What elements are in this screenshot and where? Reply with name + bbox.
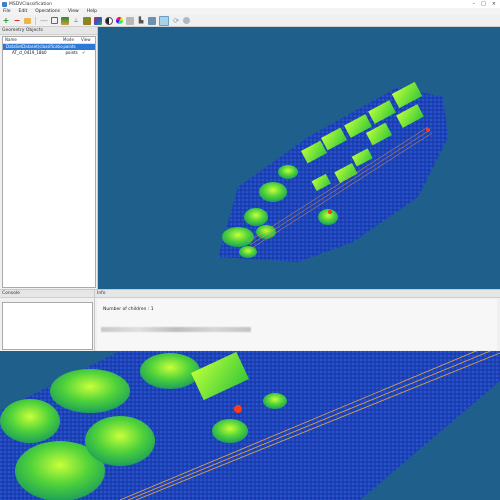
toolbar-separator <box>35 16 36 25</box>
maximize-icon[interactable]: □ <box>481 1 486 7</box>
add-icon[interactable]: + <box>2 16 10 25</box>
minimize-icon[interactable]: – <box>473 1 476 7</box>
visible-check-icon[interactable]: ✔ <box>82 50 95 56</box>
object-tree: Name Mode View DataSetDataset(classifica… <box>2 36 96 288</box>
info-content: Number of children : 1 <box>97 299 497 350</box>
bottom-panels: Console Info Number of children : 1 <box>0 289 500 352</box>
redacted-text <box>101 327 251 332</box>
close-icon[interactable]: × <box>492 1 496 7</box>
select-tool-icon[interactable] <box>51 17 58 24</box>
pylon-point <box>426 128 430 132</box>
info-children-count: Number of children : 1 <box>103 307 154 312</box>
column-view-header[interactable]: View <box>81 37 95 43</box>
menu-file[interactable]: File <box>3 9 11 14</box>
pylon-point <box>328 210 332 214</box>
folder-icon[interactable] <box>24 17 31 24</box>
console-output[interactable] <box>2 302 93 350</box>
palette-icon[interactable] <box>94 16 102 25</box>
toolbar: + − — ⟂ ▙ ⟳ <box>0 15 500 27</box>
view-grid-icon[interactable] <box>159 15 169 26</box>
point-cloud-viewport[interactable] <box>98 27 500 289</box>
chart-icon[interactable]: ▙ <box>137 17 145 25</box>
remove-icon[interactable]: − <box>13 16 21 25</box>
point-cloud-render <box>218 81 448 262</box>
line-tool-icon[interactable]: — <box>40 16 48 25</box>
tree-row-name: AT_cl_0419_18b0 <box>12 50 47 55</box>
refresh-icon[interactable]: ⟳ <box>172 17 180 25</box>
zoomed-point-cloud <box>0 351 500 500</box>
console-panel-title: Console <box>0 290 94 298</box>
zoom-pylon-point <box>234 405 242 413</box>
texture-icon[interactable] <box>83 16 91 25</box>
window-controls: – □ × <box>473 1 496 7</box>
info-panel: Info Number of children : 1 <box>94 290 500 352</box>
bw-icon[interactable] <box>105 16 113 25</box>
menu-bar: File Edit Operations View Help <box>0 8 500 15</box>
tree-row-mode: points <box>65 50 78 55</box>
geometry-panel-title: Geometry Objects <box>0 27 97 35</box>
geometry-panel: Geometry Objects Name Mode View DataSetD… <box>0 27 98 289</box>
window-title: MSDVClassification <box>9 1 52 7</box>
ruler-icon[interactable]: ⟂ <box>72 17 80 25</box>
app-icon <box>2 1 7 7</box>
terrain-icon[interactable] <box>61 16 69 25</box>
tree-header: Name Mode View <box>3 37 95 44</box>
menu-edit[interactable]: Edit <box>19 9 28 14</box>
color-wheel-icon[interactable] <box>116 17 123 24</box>
zoom-render <box>0 351 500 500</box>
grid-icon[interactable] <box>126 16 134 25</box>
menu-view[interactable]: View <box>68 9 79 14</box>
column-mode-header[interactable]: Mode <box>63 37 81 43</box>
menu-help[interactable]: Help <box>87 9 97 14</box>
tree-row-pointcloud[interactable]: AT_cl_0419_18b0 points ✔ <box>3 50 95 56</box>
sphere-icon[interactable] <box>183 17 190 24</box>
menu-operations[interactable]: Operations <box>35 9 60 14</box>
info-panel-title: Info <box>95 290 500 298</box>
console-panel: Console <box>0 290 94 352</box>
layers-icon[interactable] <box>148 16 156 25</box>
column-name-header[interactable]: Name <box>3 37 63 43</box>
